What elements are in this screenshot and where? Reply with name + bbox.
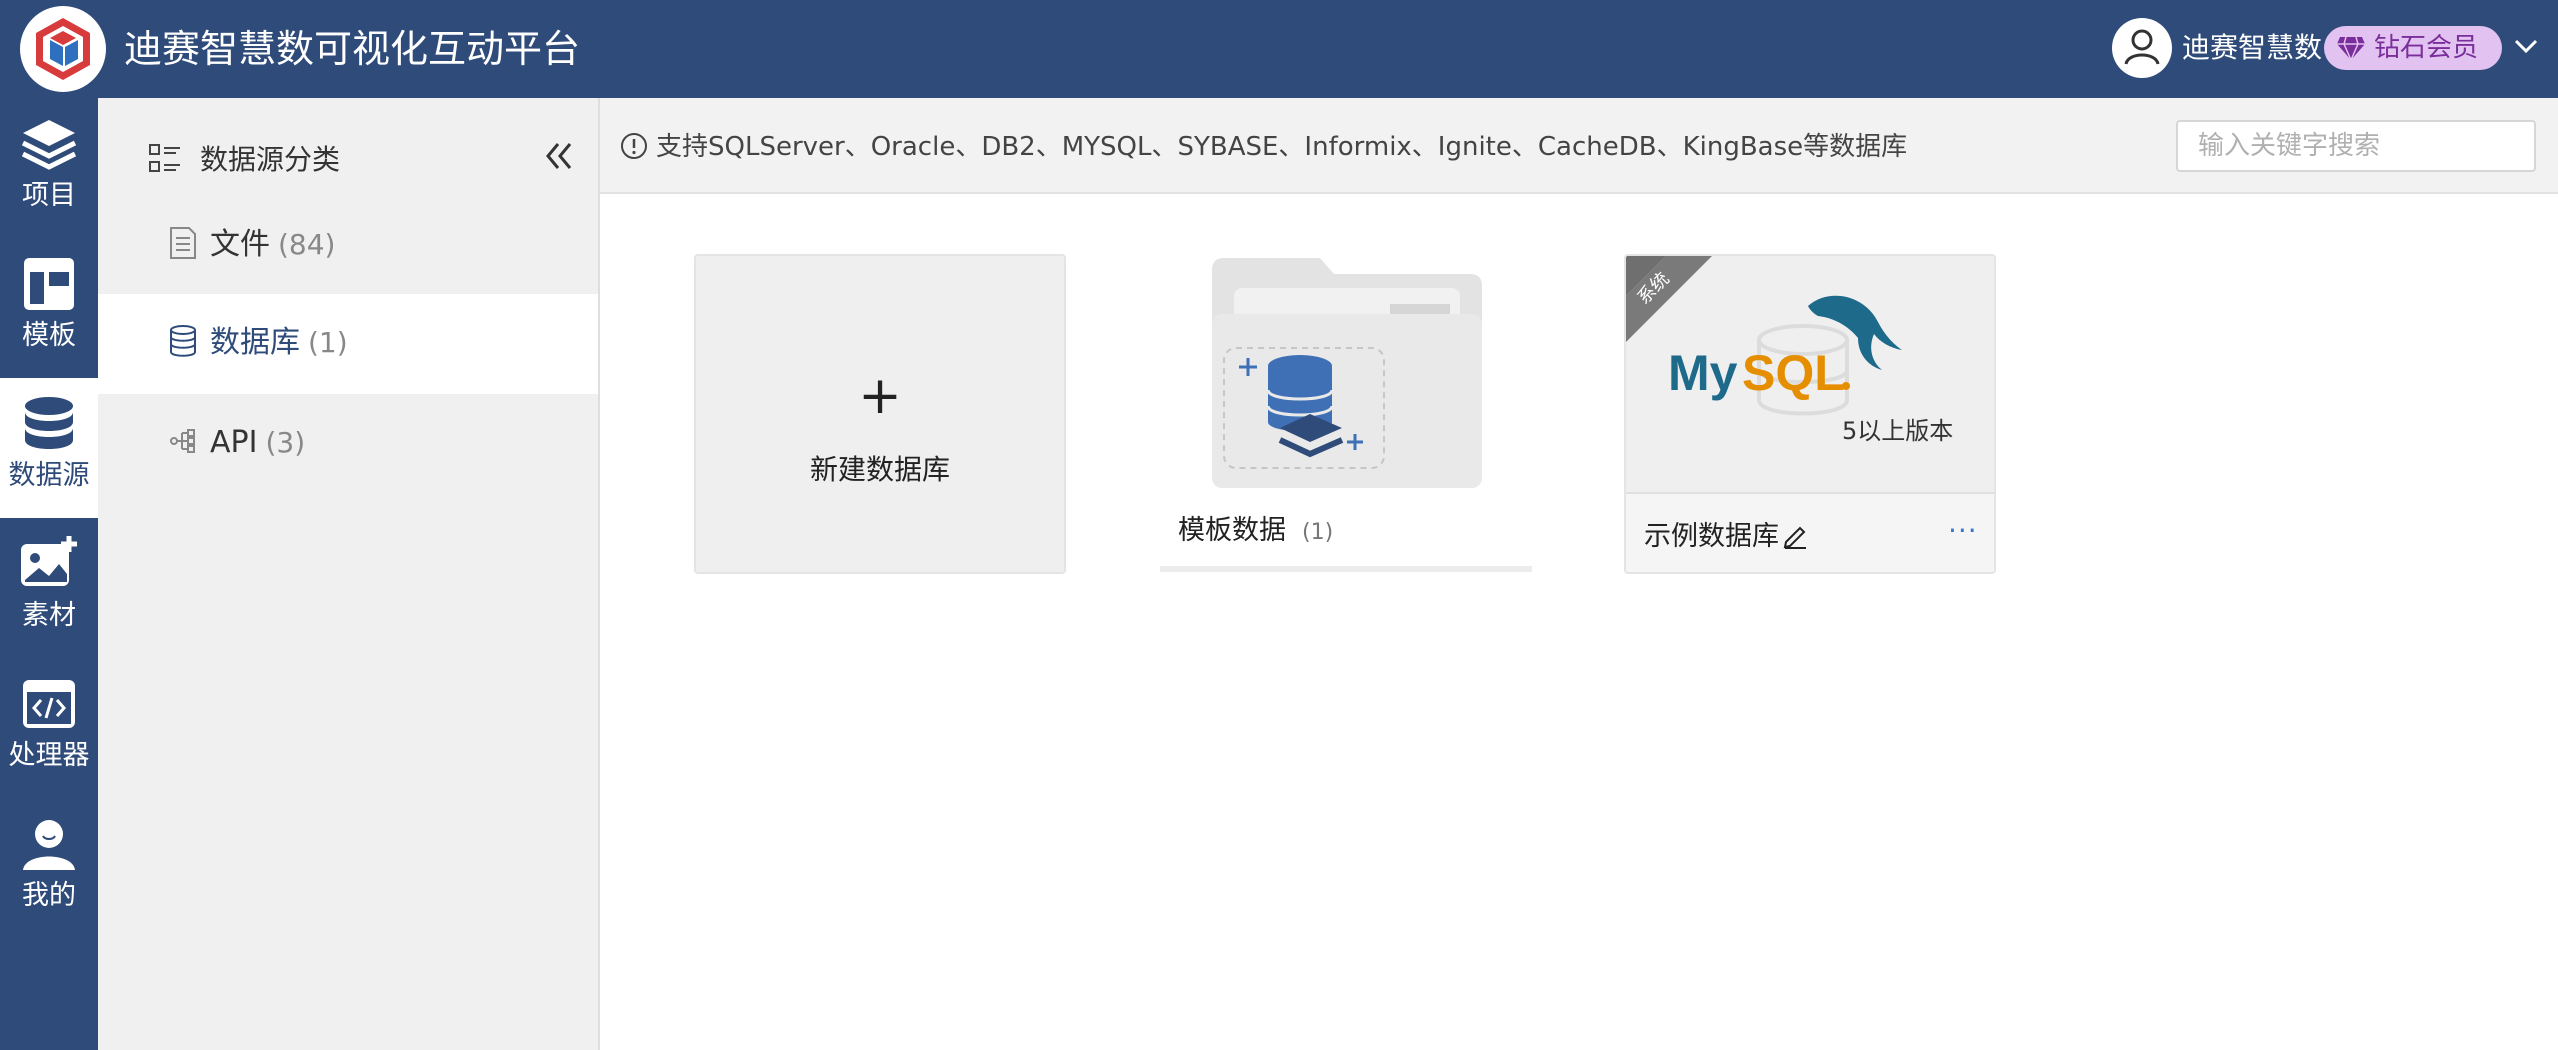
category-count: (3)	[265, 426, 306, 459]
divider	[598, 194, 600, 1050]
folder-database-icon	[1212, 258, 1482, 488]
diamond-icon	[2337, 36, 2365, 61]
user-avatar-icon[interactable]	[2112, 18, 2172, 78]
nav-item-processor[interactable]: 处理器	[0, 658, 98, 798]
template-icon	[24, 258, 74, 310]
category-count: (84)	[278, 228, 336, 261]
nav-item-mine[interactable]: 我的	[0, 798, 98, 938]
vip-badge[interactable]: 钻石会员	[2324, 26, 2502, 70]
nav-item-material[interactable]: 素材	[0, 518, 98, 658]
top-header: 迪赛智慧数可视化互动平台 迪赛智慧数 钻石会员	[0, 0, 2558, 98]
mysql-thumbnail: 系统 My SQL 5以上版本	[1626, 256, 1994, 494]
folder-count: (1)	[1302, 520, 1334, 545]
nav-label: 素材	[22, 600, 76, 631]
template-data-folder[interactable]: 模板数据 (1)	[1160, 254, 1532, 574]
vip-label: 钻石会员	[2374, 33, 2479, 63]
category-item-file[interactable]: 文件 (84)	[98, 196, 598, 296]
svg-text:SQL: SQL	[1742, 345, 1845, 401]
info-icon	[621, 133, 647, 159]
category-count: (1)	[308, 326, 348, 359]
search-input[interactable]	[2176, 120, 2536, 172]
edit-icon[interactable]	[1782, 522, 1808, 550]
database-icon	[170, 325, 196, 357]
category-name: API	[210, 425, 258, 460]
nav-item-datasource[interactable]: 数据源	[0, 378, 98, 518]
svg-text:My: My	[1668, 345, 1738, 401]
category-name: 数据库	[210, 325, 300, 360]
sample-database-card[interactable]: 系统 My SQL 5以上版本 示例数据库 ···	[1624, 254, 1996, 574]
nav-item-project[interactable]: 项目	[0, 98, 98, 238]
double-chevron-left-icon[interactable]	[544, 138, 574, 174]
nav-label: 模板	[22, 320, 76, 351]
user-icon	[23, 820, 75, 870]
file-icon	[170, 227, 196, 259]
new-database-label: 新建数据库	[809, 453, 950, 486]
chevron-down-icon[interactable]	[2512, 36, 2540, 56]
plus-icon: +	[858, 366, 902, 426]
nav-label: 数据源	[8, 460, 90, 491]
image-add-icon	[21, 536, 77, 586]
folder-name: 模板数据	[1178, 515, 1286, 546]
layers-icon	[21, 120, 77, 170]
category-title: 数据源分类	[200, 143, 341, 176]
category-item-database[interactable]: 数据库 (1)	[98, 294, 598, 394]
folder-underline	[1160, 566, 1532, 572]
new-database-card[interactable]: + 新建数据库	[694, 254, 1066, 574]
nav-label: 我的	[22, 880, 76, 911]
category-name: 文件	[210, 227, 270, 262]
app-title: 迪赛智慧数可视化互动平台	[124, 27, 581, 71]
database-name: 示例数据库	[1644, 521, 1779, 552]
list-icon	[149, 144, 180, 172]
version-label: 5以上版本	[1842, 417, 1954, 445]
supported-db-text: 支持SQLServer、Oracle、DB2、MYSQL、SYBASE、Info…	[656, 132, 1908, 162]
nav-label: 项目	[22, 180, 76, 211]
api-icon	[170, 429, 195, 453]
nav-item-template[interactable]: 模板	[0, 238, 98, 378]
database-icon	[25, 397, 73, 449]
user-name[interactable]: 迪赛智慧数	[2182, 28, 2322, 68]
left-nav: 项目 模板 数据源 素材 处理器 我的	[0, 98, 98, 1050]
more-options-button[interactable]: ···	[1948, 512, 1978, 550]
app-logo[interactable]	[20, 6, 106, 92]
code-window-icon	[23, 680, 75, 728]
category-item-api[interactable]: API (3)	[98, 394, 598, 494]
nav-label: 处理器	[8, 740, 90, 771]
